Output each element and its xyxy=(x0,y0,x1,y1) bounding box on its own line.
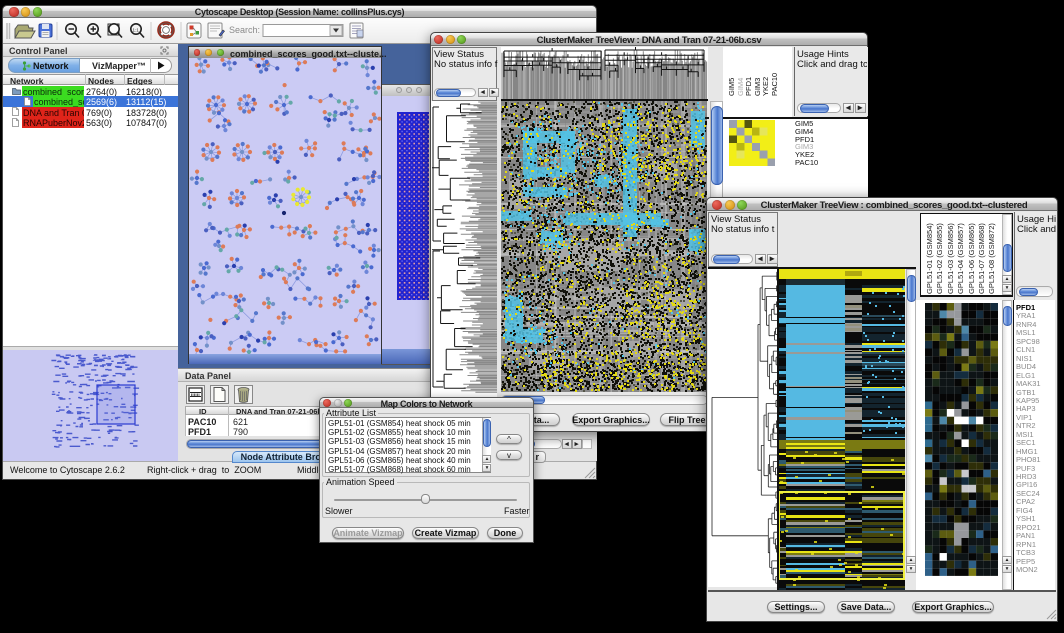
svg-text:Search:: Search: xyxy=(229,25,260,35)
svg-text:1:1: 1:1 xyxy=(133,28,140,33)
